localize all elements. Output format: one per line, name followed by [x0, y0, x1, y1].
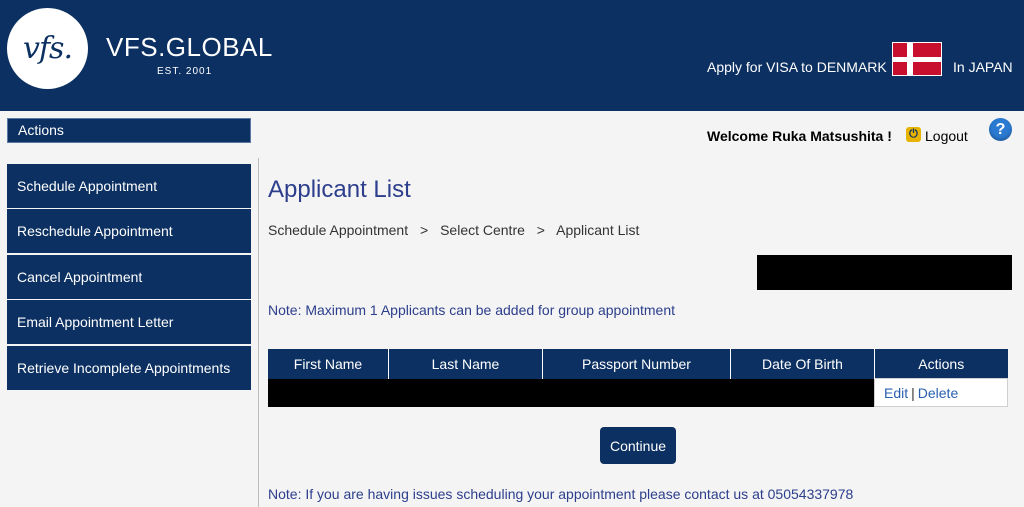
edit-link[interactable]: Edit: [884, 385, 908, 401]
breadcrumb-item-schedule-appointment: Schedule Appointment: [268, 222, 409, 238]
help-icon[interactable]: ?: [989, 118, 1012, 141]
site-header: vfs. VFS.GLOBAL EST. 2001 Apply for VISA…: [0, 0, 1024, 111]
breadcrumb-item-select-centre: Select Centre: [440, 222, 525, 238]
table-row: Edit | Delete: [268, 378, 1008, 407]
column-date-of-birth: Date Of Birth: [730, 349, 875, 379]
table-header-row: First Name Last Name Passport Number Dat…: [268, 349, 1008, 379]
sidebar-item-cancel-appointment[interactable]: Cancel Appointment: [7, 255, 251, 299]
breadcrumb: Schedule Appointment > Select Centre > A…: [268, 222, 639, 238]
redacted-block: [757, 255, 1012, 290]
logo-mark: vfs.: [23, 31, 73, 66]
logout-icon[interactable]: ⏻: [906, 127, 921, 142]
contact-note: Note: If you are having issues schedulin…: [268, 486, 854, 502]
denmark-flag-icon: [892, 42, 942, 76]
max-applicants-note: Note: Maximum 1 Applicants can be added …: [268, 302, 676, 318]
sidebar-title: Actions: [7, 118, 251, 143]
vfs-logo[interactable]: vfs.: [7, 8, 88, 89]
sidebar-item-retrieve-incomplete-appointments[interactable]: Retrieve Incomplete Appointments: [7, 346, 251, 390]
column-passport-number: Passport Number: [542, 349, 731, 379]
welcome-message: Welcome Ruka Matsushita !: [707, 128, 892, 144]
redacted-applicant-data: [268, 378, 875, 407]
logout-link[interactable]: Logout: [925, 128, 968, 144]
breadcrumb-separator: >: [536, 222, 545, 238]
action-divider: |: [911, 384, 915, 401]
continue-button[interactable]: Continue: [600, 427, 676, 464]
column-last-name: Last Name: [388, 349, 543, 379]
delete-link[interactable]: Delete: [918, 385, 958, 401]
sidebar-item-schedule-appointment[interactable]: Schedule Appointment: [7, 164, 251, 208]
breadcrumb-item-applicant-list: Applicant List: [556, 222, 640, 238]
apply-visa-text: Apply for VISA to DENMARK: [707, 59, 887, 75]
content-divider: [258, 158, 259, 507]
column-first-name: First Name: [268, 349, 389, 379]
brand-established: EST. 2001: [157, 66, 213, 77]
column-actions: Actions: [874, 349, 1008, 379]
brand-name: VFS.GLOBAL: [106, 32, 273, 62]
country-text: In JAPAN: [953, 59, 1013, 75]
applicant-table: First Name Last Name Passport Number Dat…: [268, 349, 1008, 407]
page-title: Applicant List: [268, 176, 411, 203]
sidebar-item-reschedule-appointment[interactable]: Reschedule Appointment: [7, 209, 251, 253]
row-actions: Edit | Delete: [874, 378, 1008, 407]
sidebar-item-email-appointment-letter[interactable]: Email Appointment Letter: [7, 300, 251, 344]
breadcrumb-separator: >: [420, 222, 429, 238]
